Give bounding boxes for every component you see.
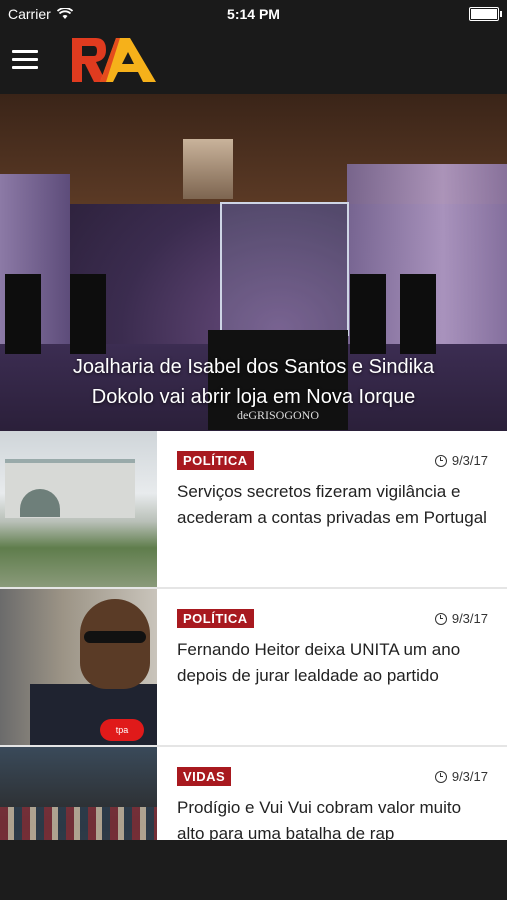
- clock-icon: [434, 770, 447, 783]
- clock-icon: [434, 454, 447, 467]
- status-bar: Carrier 5:14 PM: [0, 0, 507, 28]
- clock-icon: [434, 612, 447, 625]
- article-date: 9/3/17: [434, 769, 488, 784]
- top-nav-bar: [0, 28, 507, 94]
- status-time: 5:14 PM: [227, 6, 280, 22]
- article-date: 9/3/17: [434, 453, 488, 468]
- category-badge: POLÍTICA: [177, 609, 254, 628]
- mic-logo: tpa: [100, 719, 144, 741]
- rna-logo[interactable]: [70, 34, 160, 86]
- battery-icon: [469, 7, 502, 21]
- article-item[interactable]: VIDAS 9/3/17 Prodígio e Vui Vui cobram v…: [0, 747, 507, 840]
- article-thumbnail: [0, 431, 157, 587]
- article-item[interactable]: POLÍTICA 9/3/17 Serviços secretos fizera…: [0, 431, 507, 589]
- article-title: Fernando Heitor deixa UNITA um ano depoi…: [177, 640, 461, 685]
- article-date: 9/3/17: [434, 611, 488, 626]
- category-badge: POLÍTICA: [177, 451, 254, 470]
- category-badge: VIDAS: [177, 767, 232, 786]
- hamburger-icon: [12, 50, 38, 53]
- article-list: POLÍTICA 9/3/17 Serviços secretos fizera…: [0, 431, 507, 840]
- menu-button[interactable]: [12, 50, 38, 72]
- featured-article[interactable]: deGRISOGONO Joalharia de Isabel dos Sant…: [0, 94, 507, 431]
- article-title: Prodígio e Vui Vui cobram valor muito al…: [177, 798, 462, 840]
- article-thumbnail: [0, 747, 157, 840]
- bottom-bar: [0, 840, 507, 900]
- article-item[interactable]: tpa POLÍTICA 9/3/17 Fernando Heitor deix…: [0, 589, 507, 747]
- article-title: Serviços secretos fizeram vigilância e a…: [177, 482, 487, 527]
- hero-headline: Joalharia de Isabel dos Santos e Sindika…: [72, 356, 435, 408]
- article-thumbnail: tpa: [0, 589, 157, 745]
